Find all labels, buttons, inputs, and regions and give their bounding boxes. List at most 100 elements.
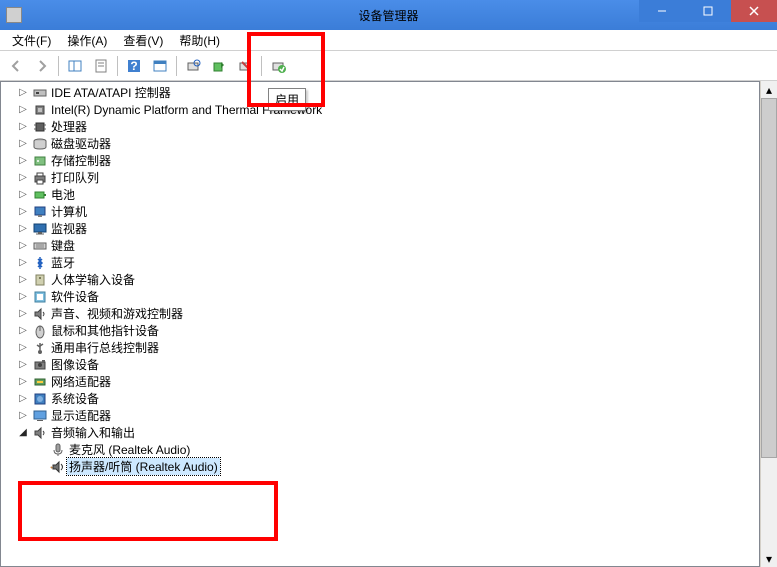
mic-icon [49,442,67,458]
tree-node[interactable]: ▷网络适配器 [1,373,759,390]
expand-arrow-icon[interactable]: ▷ [15,189,31,200]
expand-arrow-icon[interactable]: ▷ [15,155,31,166]
computer-icon [31,204,49,220]
tree-node-label: 处理器 [49,118,89,135]
tree-node[interactable]: ▷ 显示适配器 [1,407,759,424]
expand-arrow-icon[interactable]: ▷ [15,240,31,251]
help-button[interactable]: ? [122,54,146,78]
expand-arrow-icon[interactable]: ▷ [15,342,31,353]
update-driver-button[interactable] [207,54,231,78]
separator [176,56,177,76]
tree-node[interactable]: ▷计算机 [1,203,759,220]
tree-node[interactable]: ▷ 键盘 [1,237,759,254]
tree-node-label: 键盘 [49,237,77,254]
expand-arrow-icon[interactable]: ▷ [15,172,31,183]
show-hide-console-button[interactable] [63,54,87,78]
tree-node[interactable]: ▷ 蓝牙 [1,254,759,271]
speaker-icon [31,425,49,441]
minimize-button[interactable] [639,0,685,22]
uninstall-button[interactable] [233,54,257,78]
tree-node[interactable]: ▷ 声音、视频和游戏控制器 [1,305,759,322]
battery-icon [31,187,49,203]
separator [58,56,59,76]
expand-arrow-icon[interactable]: ▷ [15,138,31,149]
action-button[interactable] [148,54,172,78]
tree-node[interactable]: 扬声器/听筒 (Realtek Audio) [1,458,759,475]
sound-icon [31,306,49,322]
keyboard-icon [31,238,49,254]
tree-node-label: 存储控制器 [49,152,113,169]
expand-arrow-icon[interactable]: ▷ [15,274,31,285]
tree-node[interactable]: ▷ 图像设备 [1,356,759,373]
menu-file[interactable]: 文件(F) [4,30,59,51]
tree-node[interactable]: ▷ 存储控制器 [1,152,759,169]
separator [117,56,118,76]
svg-text:?: ? [130,59,137,73]
bluetooth-icon [31,255,49,271]
tree-node[interactable]: ▷ 软件设备 [1,288,759,305]
expand-arrow-icon[interactable]: ▷ [15,393,31,404]
menu-view[interactable]: 查看(V) [115,30,171,51]
tree-node[interactable]: ▷ 系统设备 [1,390,759,407]
scan-hardware-button[interactable] [181,54,205,78]
mouse-icon [31,323,49,339]
expand-arrow-icon[interactable]: ▷ [15,87,31,98]
tree-node-label: 图像设备 [49,356,101,373]
tree-node-label: 蓝牙 [49,254,77,271]
properties-button[interactable] [89,54,113,78]
tree-node[interactable]: ▷Intel(R) Dynamic Platform and Thermal F… [1,101,759,118]
storage-icon [31,153,49,169]
forward-button[interactable] [30,54,54,78]
tree-node[interactable]: ▷ 人体学输入设备 [1,271,759,288]
scroll-thumb[interactable] [761,98,777,458]
tree-node-label: 鼠标和其他指针设备 [49,322,161,339]
tree-node-label: IDE ATA/ATAPI 控制器 [49,84,173,101]
tree-node-label: 显示适配器 [49,407,113,424]
tree-node-label: 系统设备 [49,390,101,407]
tree-node[interactable]: ▷ 鼠标和其他指针设备 [1,322,759,339]
scroll-down-button[interactable]: ▾ [761,550,777,567]
expand-arrow-icon[interactable]: ▷ [15,206,31,217]
menu-action[interactable]: 操作(A) [59,30,115,51]
expand-arrow-icon[interactable]: ▷ [15,104,31,115]
expand-arrow-icon[interactable]: ▷ [15,325,31,336]
scroll-up-button[interactable]: ▴ [761,81,777,98]
tree-node-label: 声音、视频和游戏控制器 [49,305,185,322]
expand-arrow-icon[interactable]: ▷ [15,308,31,319]
tree-node[interactable]: ▷ 打印队列 [1,169,759,186]
tree-node-label: 人体学输入设备 [49,271,137,288]
expand-arrow-icon[interactable]: ▷ [15,291,31,302]
expand-arrow-icon[interactable]: ▷ [15,223,31,234]
nic-icon [31,374,49,390]
enable-button[interactable] [266,54,290,78]
tree-node[interactable]: ▷磁盘驱动器 [1,135,759,152]
hid-icon [31,272,49,288]
tree-node[interactable]: ▷ IDE ATA/ATAPI 控制器 [1,84,759,101]
back-button[interactable] [4,54,28,78]
maximize-button[interactable] [685,0,731,22]
close-button[interactable] [731,0,777,22]
tree-node-label: 监视器 [49,220,89,237]
device-tree[interactable]: ▷ IDE ATA/ATAPI 控制器▷Intel(R) Dynamic Plat… [0,81,760,567]
expand-arrow-icon[interactable]: ▷ [15,359,31,370]
tree-node[interactable]: 麦克风 (Realtek Audio) [1,441,759,458]
tree-node[interactable]: ▷ 监视器 [1,220,759,237]
expand-arrow-icon[interactable]: ▷ [15,376,31,387]
tree-node-label: 打印队列 [49,169,101,186]
tree-node-label: 麦克风 (Realtek Audio) [67,441,192,458]
scroll-track[interactable] [761,98,777,550]
expand-arrow-icon[interactable]: ▷ [15,410,31,421]
expand-arrow-icon[interactable]: ▷ [15,257,31,268]
menu-help[interactable]: 帮助(H) [171,30,228,51]
tree-node[interactable]: ▷通用串行总线控制器 [1,339,759,356]
expand-arrow-icon[interactable]: ▷ [15,121,31,132]
vertical-scrollbar[interactable]: ▴ ▾ [760,81,777,567]
ide-icon [31,85,49,101]
separator [261,56,262,76]
tree-node[interactable]: ▷电池 [1,186,759,203]
tree-node-label: 软件设备 [49,288,101,305]
tree-node[interactable]: ▷ 处理器 [1,118,759,135]
collapse-arrow-icon[interactable]: ◢ [15,427,31,438]
tree-node[interactable]: ◢音频输入和输出 [1,424,759,441]
chip-icon [31,102,49,118]
